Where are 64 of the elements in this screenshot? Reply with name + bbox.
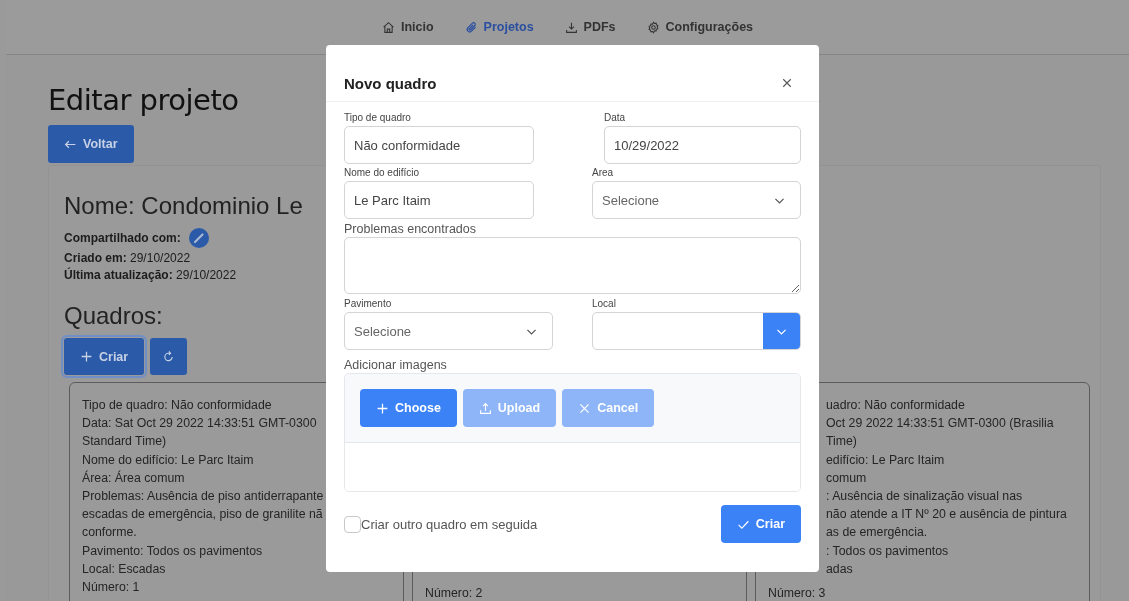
field-label: Data — [604, 112, 627, 125]
card-text-line: Número: 2 — [425, 584, 483, 601]
nav-link[interactable]: PDFs — [564, 20, 616, 34]
close-icon — [781, 77, 793, 89]
file-button[interactable]: Choose — [360, 389, 457, 427]
checkbox[interactable] — [344, 515, 361, 533]
checkbox-label: Criar outro quadro em seguida — [361, 516, 538, 532]
card-text-line: adas — [825, 560, 853, 578]
card-text-line: comum — [825, 469, 867, 487]
field-label: Area — [592, 167, 615, 180]
area-dropdown[interactable]: Selecione — [592, 181, 801, 219]
edit-icon[interactable] — [188, 228, 209, 248]
card-text-line: Local: Escadas — [82, 560, 166, 578]
back-button[interactable]: Voltar — [48, 125, 134, 163]
nav-link[interactable]: Configurações — [646, 20, 754, 34]
card-text-line: Área: Área comum — [82, 469, 185, 487]
dialog-title: Novo quadro — [344, 74, 437, 92]
page-title: Editar projeto — [48, 83, 239, 117]
upload-icon — [478, 401, 492, 415]
plus-icon — [80, 350, 93, 363]
card-text-line: Pavimento: Todos os pavimentos — [82, 542, 263, 560]
card-text-line: conforme. — [82, 524, 137, 542]
building-name-field[interactable]: Le Parc Itaim — [344, 181, 534, 219]
card-text-line: Nome do edifício: Le Parc Itaim — [82, 451, 254, 469]
refresh-icon — [162, 350, 176, 363]
nav-link[interactable]: Projetos — [464, 20, 534, 34]
close-icon — [578, 401, 592, 415]
card-text-line: : Todos os pavimentos — [825, 542, 949, 560]
card-text-line: Número: 3 — [768, 584, 826, 601]
download-icon — [564, 20, 578, 34]
panel-type-field[interactable]: Não conformidade — [344, 126, 534, 164]
home-icon — [381, 20, 395, 34]
card-text-line: : Ausência de sinalização visual nas — [825, 488, 1023, 505]
nav-link[interactable]: Inicio — [381, 20, 434, 34]
paperclip-icon — [464, 20, 478, 34]
section-title: Quadros: — [64, 302, 163, 330]
field-label: Adicionar imagens — [344, 358, 448, 372]
card-text-line: Tipo de quadro: Não conformidade — [82, 397, 272, 414]
create-button[interactable]: Criar — [64, 338, 145, 375]
settings-icon — [646, 20, 660, 34]
field-label: Nome do edifício — [344, 167, 421, 180]
field-label: Tipo de quadro — [344, 112, 412, 125]
refresh-button[interactable] — [150, 338, 188, 375]
card-text-line: Número: 1 — [82, 579, 140, 597]
card-text-line: uadro: Não conformidade — [825, 397, 965, 414]
card-text-line: escadas de emergência, piso de granilite nã — [82, 506, 323, 524]
shared-with-label: Compartilhado com: — [64, 231, 181, 245]
plus-icon — [376, 401, 389, 415]
project-name: Nome: Condominio Le — [64, 192, 303, 220]
card-text-line: Oct 29 2022 14:33:51 GMT-0300 (Brasilia — [825, 415, 1054, 433]
date-field[interactable]: 10/29/2022 — [604, 126, 801, 164]
floor-dropdown[interactable]: Selecione — [344, 312, 553, 350]
create-button[interactable]: Criar — [720, 505, 801, 543]
card-text-line: Problemas: Ausência de piso antiderrapante — [82, 488, 324, 505]
field-label: Pavimento — [344, 298, 393, 311]
card-text-line: Data: Sat Oct 29 2022 14:33:51 GMT-0300 — [82, 415, 317, 433]
field-label: Local — [592, 298, 617, 311]
card-text-line: Standard Time) — [82, 433, 167, 451]
card-text-line: edifício: Le Parc Itaim — [825, 451, 945, 469]
created-date: Criado em: 29/10/2022 — [64, 251, 192, 265]
field-label: Problemas encontrados — [344, 222, 478, 236]
updated-date: Última atualização: 29/10/2022 — [64, 268, 238, 282]
location-combobox[interactable] — [592, 312, 801, 350]
card-text-line: Time) — [825, 433, 857, 451]
